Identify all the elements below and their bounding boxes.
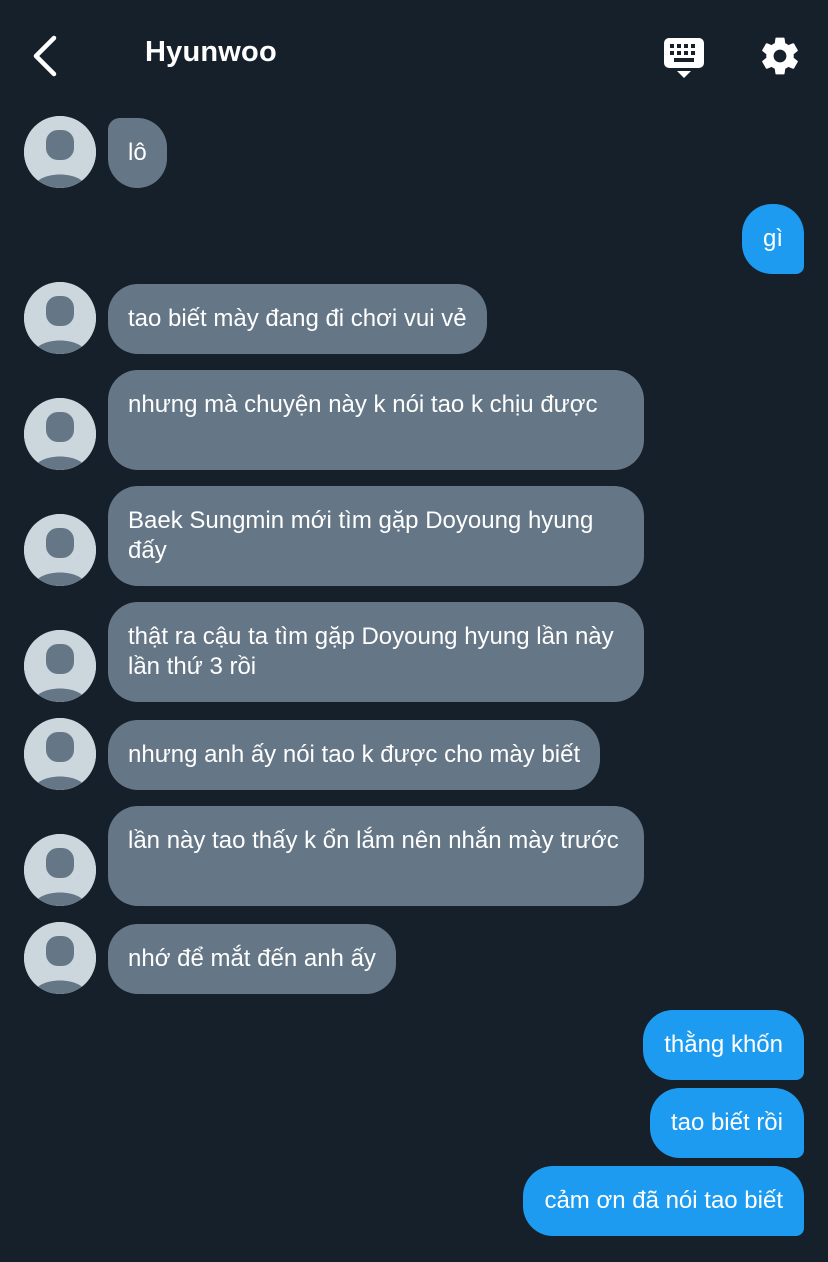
message-text: tao biết mày đang đi chơi vui vẻ	[128, 305, 467, 332]
message-text: nhưng anh ấy nói tao k được cho mày biết	[128, 741, 581, 768]
message-bubble-outgoing[interactable]: thằng khốn	[643, 1010, 804, 1080]
message-text: lô	[128, 139, 147, 166]
gear-icon	[762, 37, 798, 75]
chevron-left-icon	[33, 35, 57, 77]
default-avatar-icon	[24, 398, 96, 470]
message-text: thật ra cậu ta tìm gặp Doyoung hyung lần…	[128, 623, 614, 680]
message-text: Baek Sungmin mới tìm gặp Doyoung hyung đ…	[128, 507, 594, 564]
avatar[interactable]	[24, 282, 96, 354]
message-bubble-incoming[interactable]: nhưng anh ấy nói tao k được cho mày biết	[108, 720, 601, 790]
message-text: lần này tao thấy k ổn lắm nên nhắn mày t…	[128, 827, 619, 854]
message-bubble-incoming[interactable]: lần này tao thấy k ổn lắm nên nhắn mày t…	[108, 806, 644, 906]
default-avatar-icon	[24, 282, 96, 354]
message-bubble-outgoing[interactable]: tao biết rồi	[649, 1088, 804, 1158]
conversation-title: Hyunwoo	[145, 36, 277, 68]
settings-button[interactable]	[758, 34, 802, 78]
message-bubble-incoming[interactable]: thật ra cậu ta tìm gặp Doyoung hyung lần…	[108, 602, 644, 702]
default-avatar-icon	[24, 718, 96, 790]
message-bubble-incoming[interactable]: nhớ để mắt đến anh ấy	[108, 924, 396, 994]
avatar[interactable]	[24, 718, 96, 790]
keyboard-button[interactable]	[662, 36, 706, 80]
default-avatar-icon	[24, 116, 96, 188]
message-text: cảm ơn đã nói tao biết	[544, 1187, 783, 1214]
message-bubble-incoming[interactable]: lô	[108, 118, 167, 188]
message-text: gì	[762, 225, 783, 252]
avatar[interactable]	[24, 514, 96, 586]
message-bubble-incoming[interactable]: tao biết mày đang đi chơi vui vẻ	[108, 284, 487, 354]
message-bubble-incoming[interactable]: Baek Sungmin mới tìm gặp Doyoung hyung đ…	[108, 486, 644, 586]
message-text: thằng khốn	[664, 1031, 783, 1058]
message-bubble-incoming[interactable]: nhưng mà chuyện này k nói tao k chịu đượ…	[108, 370, 644, 470]
back-button[interactable]	[26, 32, 66, 80]
message-text: nhưng mà chuyện này k nói tao k chịu đượ…	[128, 391, 598, 418]
default-avatar-icon	[24, 514, 96, 586]
keyboard-icon	[664, 38, 704, 78]
avatar[interactable]	[24, 834, 96, 906]
avatar[interactable]	[24, 922, 96, 994]
chat-header: Hyunwoo	[0, 0, 828, 110]
default-avatar-icon	[24, 922, 96, 994]
message-text: tao biết rồi	[670, 1109, 783, 1136]
avatar[interactable]	[24, 630, 96, 702]
message-text: nhớ để mắt đến anh ấy	[128, 945, 376, 972]
default-avatar-icon	[24, 834, 96, 906]
avatar[interactable]	[24, 398, 96, 470]
avatar[interactable]	[24, 116, 96, 188]
default-avatar-icon	[24, 630, 96, 702]
message-bubble-outgoing[interactable]: gì	[741, 204, 804, 274]
message-bubble-outgoing[interactable]: cảm ơn đã nói tao biết	[523, 1166, 804, 1236]
